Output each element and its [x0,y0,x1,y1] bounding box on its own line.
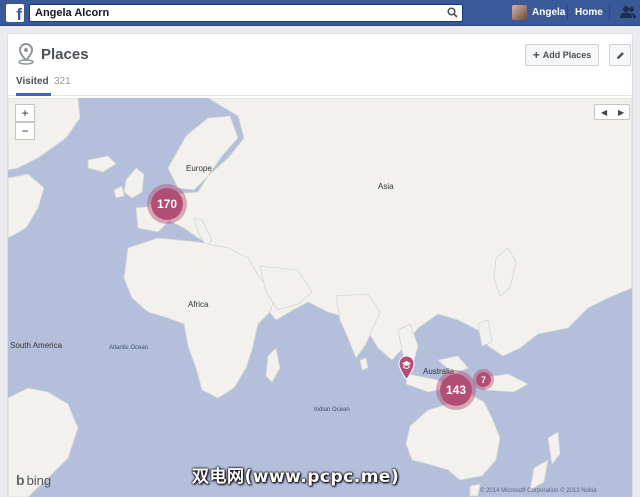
nav-divider [567,6,568,20]
places-map[interactable]: Europe Asia Africa South America Atlanti… [8,98,632,497]
search-input[interactable]: Angela Alcorn [29,4,463,22]
search-input-value: Angela Alcorn [35,7,110,19]
watermark-text: 双电网(www.pcpc.me) [192,467,400,487]
zoom-in-button[interactable]: + [15,104,35,122]
profile-link[interactable]: Angela [532,7,565,18]
map-label-asia: Asia [378,182,394,191]
facebook-logo-icon[interactable]: f [6,4,24,23]
next-arrow-icon[interactable]: ▶ [618,108,624,117]
map-label-africa: Africa [188,300,209,309]
previous-arrow-icon[interactable]: ◀ [601,108,607,117]
edit-button[interactable] [609,44,631,66]
map-provider-name: bing [26,472,52,488]
avatar[interactable] [512,5,527,20]
map-pager: ◀ ▶ [594,104,630,120]
map-label-atlantic-ocean: Atlantic Ocean [109,345,149,351]
add-places-label: Add Places [542,50,592,60]
search-button[interactable] [444,5,462,21]
plus-icon: + [532,48,540,62]
map-cluster-europe[interactable]: 170 [147,184,187,224]
map-label-indian-ocean: Indian Ocean [314,407,350,413]
map-copyright: © 2014 Microsoft Corporation © 2013 Noki… [480,488,597,494]
pencil-icon [616,51,624,59]
friend-requests-icon[interactable] [620,5,636,19]
top-bar: f Angela Alcorn Angela Home [0,0,640,26]
tab-visited-count: 321 [54,76,71,87]
map-label-europe: Europe [186,164,212,173]
places-header: Places + Add Places Visited 321 [8,34,632,96]
bing-logo: b bing [16,472,51,488]
map-cluster-australia[interactable]: 143 [436,370,476,410]
page-title: Places [41,46,89,63]
home-link[interactable]: Home [575,7,603,18]
nav-divider [609,6,610,20]
zoom-out-button[interactable]: − [15,122,35,140]
world-map-land [8,98,632,497]
active-tab-indicator [16,93,51,96]
map-marker-pin-icon[interactable] [398,355,415,381]
search-icon [447,7,458,18]
bing-logo-icon: b [16,472,25,488]
map-label-south-america: South America [10,341,63,350]
add-places-button[interactable]: + Add Places [525,44,599,66]
tab-visited[interactable]: Visited [16,76,49,87]
map-cluster-australia-east[interactable]: 7 [473,369,494,390]
location-pin-icon [18,43,34,65]
